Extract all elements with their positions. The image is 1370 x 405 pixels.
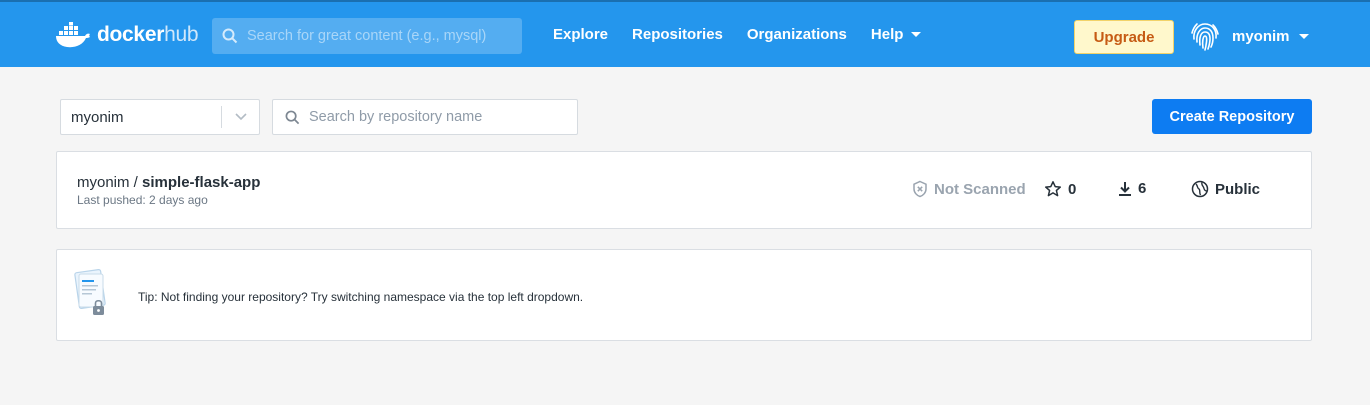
main-nav: Explore Repositories Organizations Help: [553, 26, 922, 43]
caret-down-icon: [911, 32, 922, 37]
search-icon: [222, 28, 238, 44]
globe-lock-icon: [1191, 180, 1209, 198]
global-search-input[interactable]: [247, 28, 507, 44]
search-icon: [285, 110, 300, 124]
logo-wordmark: dockerhub: [97, 23, 199, 46]
repository-title[interactable]: myonim / simple-flask-app: [77, 174, 260, 191]
repository-namespace: myonim /: [77, 174, 138, 191]
last-pushed: Last pushed: 2 days ago: [77, 193, 208, 207]
nav-explore[interactable]: Explore: [553, 26, 608, 43]
pull-count: 6: [1118, 180, 1146, 197]
username: myonim: [1232, 27, 1290, 45]
user-menu[interactable]: myonim: [1188, 19, 1309, 53]
global-search[interactable]: [212, 18, 522, 54]
docker-hub-logo[interactable]: dockerhub: [55, 20, 199, 50]
scan-status: Not Scanned: [912, 180, 1026, 198]
tip-illustration-icon: [74, 269, 106, 315]
repository-name: simple-flask-app: [142, 174, 261, 191]
repository-card[interactable]: myonim / simple-flask-app Last pushed: 2…: [56, 151, 1312, 229]
upgrade-button[interactable]: Upgrade: [1074, 20, 1174, 54]
top-navigation-bar: dockerhub Explore Repositories Organizat…: [0, 0, 1370, 67]
chevron-down-icon[interactable]: [222, 112, 259, 122]
nav-repositories[interactable]: Repositories: [632, 26, 723, 43]
star-icon: [1044, 181, 1062, 197]
visibility-status: Public: [1191, 180, 1260, 198]
nav-organizations[interactable]: Organizations: [747, 26, 847, 43]
star-count[interactable]: 0: [1044, 180, 1076, 198]
fingerprint-avatar-icon: [1191, 23, 1219, 51]
repository-search[interactable]: [272, 99, 578, 135]
docker-whale-icon: [56, 22, 90, 48]
namespace-value: myonim: [71, 108, 124, 126]
create-repository-button[interactable]: Create Repository: [1152, 99, 1312, 134]
namespace-dropdown[interactable]: myonim: [60, 99, 260, 135]
tip-card: Tip: Not finding your repository? Try sw…: [56, 249, 1312, 341]
repository-search-input[interactable]: [309, 109, 559, 125]
caret-down-icon: [1298, 33, 1309, 39]
download-icon: [1119, 181, 1131, 196]
nav-help[interactable]: Help: [871, 26, 922, 43]
shield-x-icon: [913, 180, 927, 198]
tip-text: Tip: Not finding your repository? Try sw…: [138, 290, 584, 304]
